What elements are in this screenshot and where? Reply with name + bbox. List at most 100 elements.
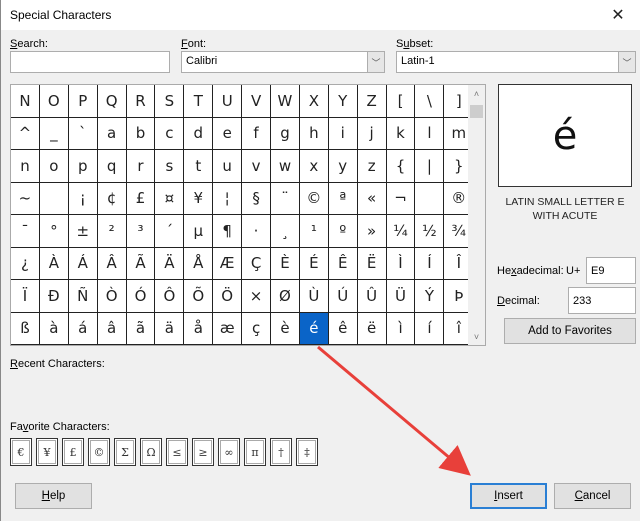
character-cell[interactable]: Â — [97, 247, 127, 280]
character-cell[interactable]: Ò — [97, 280, 127, 313]
character-cell[interactable] — [415, 182, 445, 215]
character-cell[interactable]: a — [97, 117, 127, 150]
character-cell[interactable]: w — [271, 150, 300, 183]
character-cell[interactable]: Å — [184, 247, 214, 280]
character-cell[interactable]: Á — [68, 247, 98, 280]
character-cell[interactable]: s — [155, 150, 185, 183]
character-cell[interactable]: ^ — [11, 117, 40, 150]
character-cell[interactable]: v — [242, 150, 272, 183]
character-cell[interactable]: i — [328, 117, 358, 150]
character-cell[interactable]: © — [299, 182, 329, 215]
character-cell[interactable]: Ð — [39, 280, 69, 313]
character-cell[interactable]: Ì — [386, 247, 416, 280]
character-cell[interactable]: Ö — [213, 280, 243, 313]
character-cell[interactable]: ë — [357, 312, 387, 345]
hexadecimal-input[interactable] — [586, 257, 636, 284]
scroll-down-icon[interactable]: ˅ — [468, 328, 485, 345]
character-cell[interactable]: k — [386, 117, 416, 150]
character-cell[interactable]: Q — [97, 85, 127, 118]
character-cell[interactable]: Z — [357, 85, 387, 118]
character-cell[interactable]: ¼ — [386, 215, 416, 248]
chevron-down-icon[interactable]: ﹀ — [618, 52, 635, 72]
character-cell[interactable]: n — [11, 150, 40, 183]
character-cell[interactable]: í — [415, 312, 445, 345]
character-cell[interactable]: O — [39, 85, 69, 118]
favorite-character[interactable]: ≤ — [166, 438, 188, 466]
character-cell[interactable]: ã — [126, 312, 156, 345]
character-cell[interactable]: \ — [415, 85, 445, 118]
close-icon[interactable]: ✕ — [595, 0, 640, 30]
favorite-character[interactable]: Σ — [114, 438, 136, 466]
character-cell[interactable]: g — [271, 117, 300, 150]
character-cell[interactable]: Ä — [155, 247, 185, 280]
scroll-thumb[interactable] — [470, 105, 483, 118]
character-cell[interactable]: Ø — [271, 280, 300, 313]
character-cell[interactable]: Ï — [11, 280, 40, 313]
character-cell[interactable]: X — [299, 85, 329, 118]
character-cell[interactable]: ¡ — [68, 182, 98, 215]
character-cell[interactable]: c — [155, 117, 185, 150]
character-cell[interactable]: ´ — [155, 215, 185, 248]
character-cell[interactable]: Æ — [213, 247, 243, 280]
character-cell[interactable]: æ — [213, 312, 243, 345]
character-cell[interactable]: q — [97, 150, 127, 183]
character-cell[interactable]: x — [299, 150, 329, 183]
chevron-down-icon[interactable]: ﹀ — [367, 52, 384, 72]
character-cell[interactable]: l — [415, 117, 445, 150]
favorite-character[interactable]: © — [88, 438, 110, 466]
character-cell[interactable]: ê — [328, 312, 358, 345]
character-cell[interactable]: ¸ — [271, 215, 300, 248]
favorite-character[interactable]: € — [10, 438, 32, 466]
search-input[interactable] — [10, 51, 170, 73]
favorite-character[interactable]: ∞ — [218, 438, 240, 466]
character-cell[interactable]: ° — [39, 215, 69, 248]
character-cell[interactable]: ¶ — [213, 215, 243, 248]
character-cell[interactable]: P — [68, 85, 98, 118]
favorite-character[interactable]: ¥ — [36, 438, 58, 466]
character-cell[interactable]: [ — [386, 85, 416, 118]
character-cell[interactable]: Ó — [126, 280, 156, 313]
character-cell[interactable]: t — [184, 150, 214, 183]
character-cell[interactable]: Í — [415, 247, 445, 280]
character-cell[interactable]: b — [126, 117, 156, 150]
character-cell[interactable]: ³ — [126, 215, 156, 248]
character-cell[interactable]: d — [184, 117, 214, 150]
favorite-character[interactable]: £ — [62, 438, 84, 466]
help-button[interactable]: Help — [15, 483, 92, 509]
character-cell[interactable]: U — [213, 85, 243, 118]
character-cell[interactable]: N — [11, 85, 40, 118]
character-cell[interactable] — [39, 182, 69, 215]
character-cell[interactable]: ¨ — [271, 182, 300, 215]
character-cell[interactable]: Ê — [328, 247, 358, 280]
grid-scrollbar[interactable]: ˄ ˅ — [468, 85, 485, 345]
favorite-character[interactable]: † — [270, 438, 292, 466]
character-cell[interactable]: Ú — [328, 280, 358, 313]
character-cell[interactable]: Ô — [155, 280, 185, 313]
cancel-button[interactable]: Cancel — [554, 483, 631, 509]
character-cell[interactable]: À — [39, 247, 69, 280]
character-cell[interactable]: « — [357, 182, 387, 215]
character-cell[interactable]: ì — [386, 312, 416, 345]
character-cell[interactable]: ç — [242, 312, 272, 345]
character-cell[interactable]: â — [97, 312, 127, 345]
character-cell[interactable]: à — [39, 312, 69, 345]
favorite-character[interactable]: Ω — [140, 438, 162, 466]
character-cell[interactable]: ~ — [11, 182, 40, 215]
character-cell[interactable]: Ù — [299, 280, 329, 313]
character-cell[interactable]: Ë — [357, 247, 387, 280]
character-cell[interactable]: µ — [184, 215, 214, 248]
character-cell[interactable]: £ — [126, 182, 156, 215]
character-cell[interactable]: e — [213, 117, 243, 150]
character-cell[interactable]: o — [39, 150, 69, 183]
character-cell[interactable]: R — [126, 85, 156, 118]
favorite-character[interactable]: ≥ — [192, 438, 214, 466]
character-cell[interactable]: h — [299, 117, 329, 150]
character-cell[interactable]: È — [271, 247, 300, 280]
character-cell[interactable]: ² — [97, 215, 127, 248]
scroll-up-icon[interactable]: ˄ — [468, 85, 485, 102]
character-cell[interactable]: { — [386, 150, 416, 183]
character-cell[interactable]: ± — [68, 215, 98, 248]
character-cell[interactable]: z — [357, 150, 387, 183]
character-cell[interactable]: ¦ — [213, 182, 243, 215]
character-cell[interactable]: S — [155, 85, 185, 118]
